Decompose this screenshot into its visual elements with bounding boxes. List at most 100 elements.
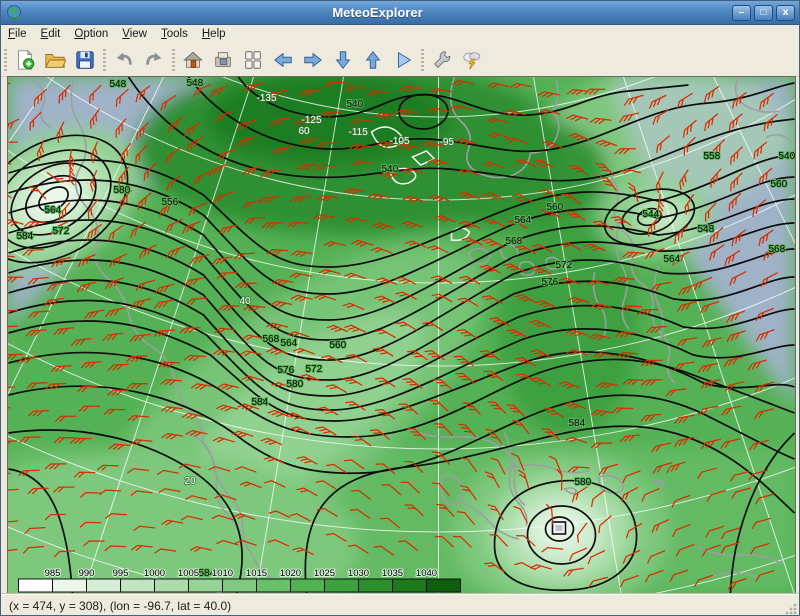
nav-up-button[interactable]: [358, 46, 388, 74]
legend-tick-label: 1005: [178, 568, 199, 579]
arrow-left-icon: [272, 49, 294, 71]
play-icon: [392, 49, 414, 71]
legend-tick-label: 1030: [348, 568, 369, 579]
contour-label: 568: [263, 334, 280, 345]
contour-label: 548: [110, 79, 127, 90]
legend-tick-label: 1040: [416, 568, 437, 579]
contour-label: 540: [382, 164, 399, 175]
save-button[interactable]: [70, 46, 100, 74]
arrow-up-icon: [362, 49, 384, 71]
arrow-down-icon: [332, 49, 354, 71]
legend-tick-label: 1000: [144, 568, 165, 579]
menu-option[interactable]: Option: [67, 27, 115, 41]
resize-grip[interactable]: [784, 602, 797, 615]
legend-swatch: [189, 579, 223, 592]
play-button[interactable]: [388, 46, 418, 74]
snapshot-icon: [212, 49, 234, 71]
graticule-label: 20: [185, 476, 197, 487]
contour-label: 564: [515, 215, 532, 226]
home-button[interactable]: [178, 46, 208, 74]
tile-windows-button[interactable]: [238, 46, 268, 74]
storm-center-symbol: [553, 522, 566, 534]
weather-button[interactable]: [457, 46, 487, 74]
contour-label: 558: [704, 151, 721, 162]
save-floppy-icon: [74, 49, 96, 71]
legend-tick-label: 1020: [280, 568, 301, 579]
legend-swatch: [155, 579, 189, 592]
open-button[interactable]: [40, 46, 70, 74]
contour-label: 568: [769, 244, 786, 255]
weather-map: -135-12560-115-105-954020 54854854054058…: [8, 77, 795, 593]
legend-tick-label: 985: [45, 568, 61, 579]
legend-swatch: [121, 579, 155, 592]
menu-tools[interactable]: Tools: [154, 27, 195, 41]
graticule-label: -125: [302, 115, 322, 126]
legend-swatch: [427, 579, 461, 592]
toolbar-separator: [421, 49, 424, 71]
legend-swatch: [257, 579, 291, 592]
contour-label: 584: [17, 231, 34, 242]
legend-tick-label: 1010: [212, 568, 233, 579]
legend-swatch: [223, 579, 257, 592]
settings-button[interactable]: [427, 46, 457, 74]
contour-label: 572: [306, 364, 323, 375]
menu-file[interactable]: File: [1, 27, 34, 41]
legend-tick-label: 1025: [314, 568, 335, 579]
contour-label: 564: [664, 254, 681, 265]
arrow-right-icon: [302, 49, 324, 71]
legend-swatch: [53, 579, 87, 592]
graticule-label: -95: [440, 137, 455, 148]
contour-label: 580: [287, 379, 304, 390]
contour-label: 560: [330, 340, 347, 351]
contour-label: 572: [556, 260, 573, 271]
contour-label: 560: [547, 202, 564, 213]
contour-label: 548: [187, 78, 204, 89]
nav-right-button[interactable]: [298, 46, 328, 74]
contour-label: 572: [53, 226, 70, 237]
contour-label: 564: [281, 338, 298, 349]
legend-swatch: [291, 579, 325, 592]
contour-label: 584: [569, 418, 586, 429]
minimize-button[interactable]: –: [732, 5, 751, 21]
toolbar-separator: [172, 49, 175, 71]
graticule-label: 60: [299, 126, 311, 137]
app-icon: [5, 4, 23, 22]
contour-label: 540: [779, 151, 796, 162]
snapshot-button[interactable]: [208, 46, 238, 74]
contour-label: 560: [771, 179, 788, 190]
status-bar: (x = 474, y = 308), (lon = -96.7, lat = …: [1, 593, 799, 616]
menu-view[interactable]: View: [115, 27, 154, 41]
legend-tick-label: 990: [79, 568, 95, 579]
map-canvas[interactable]: -135-12560-115-105-954020 54854854054058…: [7, 76, 796, 594]
menu-bar: File Edit Option View Tools Help: [1, 25, 799, 44]
tool-bar: [1, 43, 799, 77]
contour-label: 576: [542, 277, 559, 288]
maximize-button[interactable]: □: [754, 5, 773, 21]
nav-left-button[interactable]: [268, 46, 298, 74]
contour-label: 556: [162, 197, 179, 208]
legend-swatch: [325, 579, 359, 592]
menu-edit[interactable]: Edit: [34, 27, 68, 41]
storm-cloud-icon: [461, 49, 483, 71]
undo-button[interactable]: [109, 46, 139, 74]
open-folder-icon: [44, 49, 66, 71]
home-icon: [182, 49, 204, 71]
legend-swatch: [359, 579, 393, 592]
toolbar-grip: [4, 49, 7, 71]
close-button[interactable]: x: [776, 5, 795, 21]
contour-label: 576: [278, 365, 295, 376]
app-window: MeteoExplorer – □ x File Edit Option Vie…: [0, 0, 800, 616]
contour-label: 544: [643, 209, 660, 220]
graticule-label: -105: [390, 136, 410, 147]
contour-label: 580: [114, 185, 131, 196]
contour-label: 548: [698, 224, 715, 235]
wrench-icon: [431, 49, 453, 71]
nav-down-button[interactable]: [328, 46, 358, 74]
contour-label: 584: [252, 397, 269, 408]
menu-help[interactable]: Help: [195, 27, 233, 41]
tile-windows-icon: [242, 49, 264, 71]
redo-button[interactable]: [139, 46, 169, 74]
new-button[interactable]: [10, 46, 40, 74]
title-bar[interactable]: MeteoExplorer – □ x: [1, 1, 799, 25]
legend-tick-label: 995: [113, 568, 129, 579]
